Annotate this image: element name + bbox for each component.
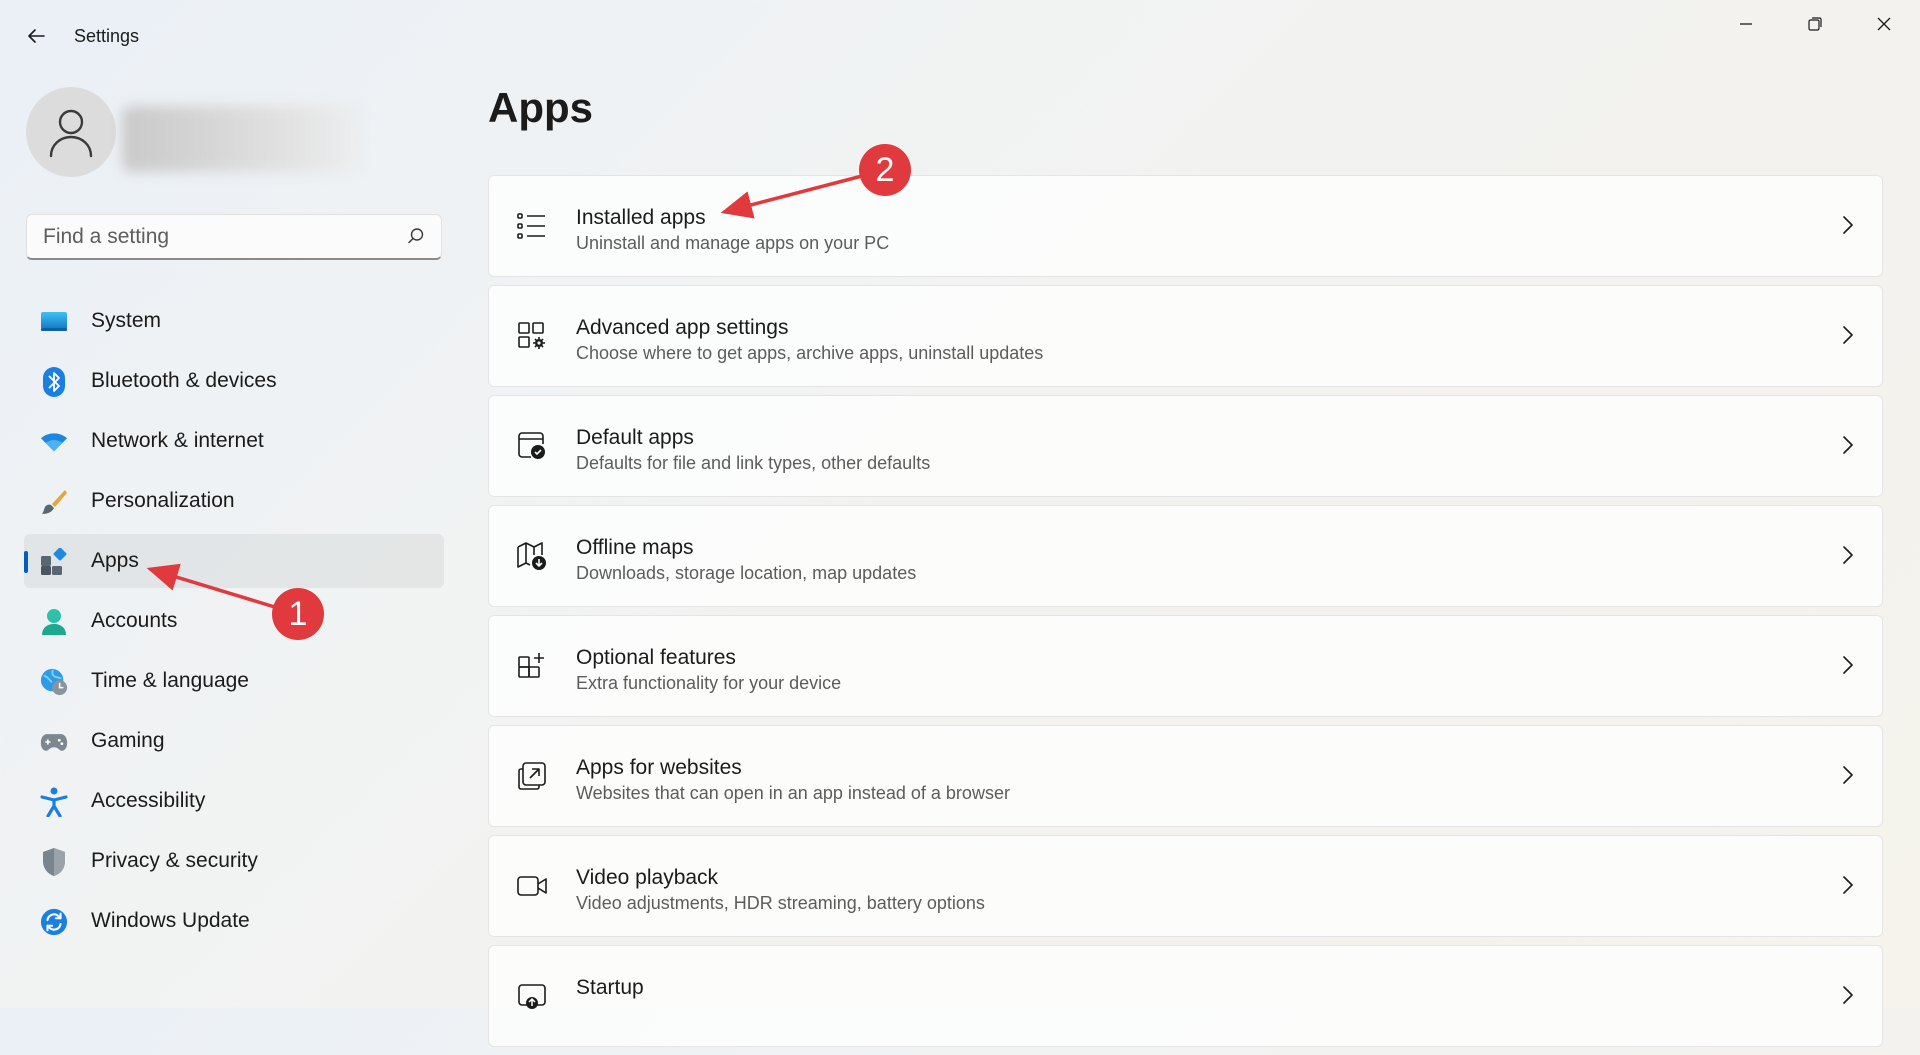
page-title: Apps: [488, 84, 593, 131]
sidebar-item-apps[interactable]: Apps: [24, 534, 444, 588]
card-subtitle: Defaults for file and link types, other …: [576, 453, 931, 473]
app-settings-icon: [515, 319, 549, 353]
profile-name-blurred: [122, 106, 362, 172]
chevron-right-icon: [1843, 656, 1853, 674]
sidebar-item-label: Apps: [91, 549, 139, 572]
card-title: Startup: [576, 976, 644, 999]
close-button[interactable]: [1850, 0, 1918, 48]
app-title: Settings: [74, 26, 140, 46]
title-bar: Settings: [0, 0, 1920, 72]
gamepad-icon: [40, 728, 68, 756]
card-subtitle: Downloads, storage location, map updates: [576, 563, 917, 583]
minimize-icon: [1740, 23, 1752, 25]
back-arrow-icon: [28, 29, 45, 43]
card-subtitle: Video adjustments, HDR streaming, batter…: [576, 893, 985, 913]
annotation-badge-2: 2: [859, 144, 911, 196]
restore-icon: [1808, 17, 1822, 31]
card-apps-for-websites[interactable]: Apps for websites Websites that can open…: [488, 725, 1883, 827]
apps-icon: [40, 548, 68, 576]
sidebar-item-label: Privacy & security: [91, 849, 258, 872]
chevron-right-icon: [1843, 546, 1853, 564]
accounts-icon: [40, 608, 68, 636]
sidebar-item-label: Gaming: [91, 729, 165, 752]
sidebar-item-gaming[interactable]: Gaming: [24, 714, 444, 768]
card-title: Apps for websites: [576, 756, 742, 779]
sidebar-item-privacy-security[interactable]: Privacy & security: [24, 834, 444, 888]
sidebar-item-time-language[interactable]: Time & language: [24, 654, 444, 708]
optional-features-icon: [515, 649, 549, 683]
card-title: Optional features: [576, 646, 736, 669]
settings-card-list: Installed apps Uninstall and manage apps…: [488, 175, 1883, 1055]
globe-clock-icon: [40, 668, 68, 696]
video-icon: [515, 869, 549, 903]
search-input[interactable]: [41, 215, 395, 259]
card-optional-features[interactable]: Optional features Extra functionality fo…: [488, 615, 1883, 717]
sidebar-item-bluetooth[interactable]: Bluetooth & devices: [24, 354, 444, 408]
default-apps-icon: [515, 429, 549, 463]
search-icon: [408, 228, 424, 244]
sidebar-item-label: Personalization: [91, 489, 235, 512]
sidebar-item-label: Bluetooth & devices: [91, 369, 277, 392]
chevron-right-icon: [1843, 436, 1853, 454]
sidebar-item-label: Network & internet: [91, 429, 264, 452]
card-subtitle: Choose where to get apps, archive apps, …: [576, 343, 1044, 363]
card-default-apps[interactable]: Default apps Defaults for file and link …: [488, 395, 1883, 497]
card-title: Video playback: [576, 866, 719, 889]
card-offline-maps[interactable]: Offline maps Downloads, storage location…: [488, 505, 1883, 607]
card-title: Offline maps: [576, 536, 694, 559]
user-icon: [49, 109, 93, 158]
card-startup[interactable]: Startup: [488, 945, 1883, 1047]
sidebar-item-label: Accessibility: [91, 789, 206, 812]
sidebar-item-accounts[interactable]: Accounts: [24, 594, 444, 648]
card-subtitle: Extra functionality for your device: [576, 673, 842, 693]
avatar[interactable]: [26, 87, 116, 177]
annotation-badge-1: 1: [272, 588, 324, 640]
chevron-right-icon: [1843, 876, 1853, 894]
close-icon: [1877, 17, 1891, 31]
sidebar-item-accessibility[interactable]: Accessibility: [24, 774, 444, 828]
card-subtitle: Uninstall and manage apps on your PC: [576, 233, 890, 253]
sidebar-item-label: System: [91, 309, 162, 332]
sidebar-item-label: Time & language: [91, 669, 249, 692]
accessibility-icon: [40, 787, 68, 817]
restore-button[interactable]: [1781, 0, 1849, 48]
back-button[interactable]: [16, 18, 56, 54]
chevron-right-icon: [1843, 216, 1853, 234]
chevron-right-icon: [1843, 326, 1853, 344]
sidebar-item-system[interactable]: System: [24, 294, 444, 348]
card-advanced-app-settings[interactable]: Advanced app settings Choose where to ge…: [488, 285, 1883, 387]
sidebar-item-network[interactable]: Network & internet: [24, 414, 444, 468]
update-icon: [40, 908, 68, 936]
sidebar-item-label: Accounts: [91, 609, 178, 632]
sidebar-item-label: Windows Update: [91, 909, 250, 932]
brush-icon: [40, 488, 68, 516]
wifi-icon: [40, 428, 68, 456]
map-icon: [515, 539, 549, 573]
sidebar-item-windows-update[interactable]: Windows Update: [24, 894, 444, 948]
card-title: Advanced app settings: [576, 316, 789, 339]
system-icon: [40, 308, 68, 336]
chevron-right-icon: [1843, 986, 1853, 1004]
card-video-playback[interactable]: Video playback Video adjustments, HDR st…: [488, 835, 1883, 937]
card-title: Default apps: [576, 426, 694, 449]
search-box[interactable]: [26, 214, 442, 260]
card-installed-apps[interactable]: Installed apps Uninstall and manage apps…: [488, 175, 1883, 277]
list-icon: [515, 209, 549, 243]
minimize-button[interactable]: [1712, 0, 1780, 48]
shield-icon: [40, 848, 68, 876]
sidebar-item-personalization[interactable]: Personalization: [24, 474, 444, 528]
bluetooth-icon: [40, 367, 68, 397]
open-in-app-icon: [515, 759, 549, 793]
card-subtitle: Websites that can open in an app instead…: [576, 783, 1010, 803]
card-title: Installed apps: [576, 206, 706, 229]
sidebar-nav: System Bluetooth & devices Network & int…: [24, 294, 444, 954]
chevron-right-icon: [1843, 766, 1853, 784]
